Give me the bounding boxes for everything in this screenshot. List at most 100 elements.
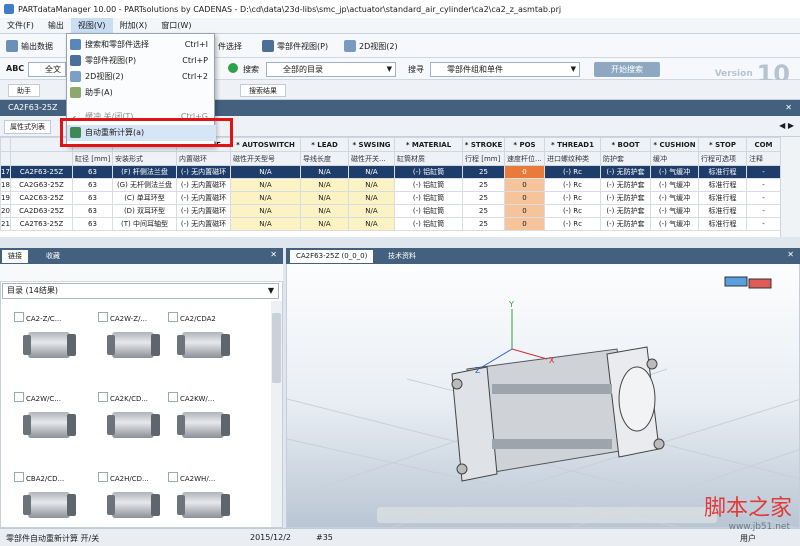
col-header[interactable]: * THREAD1 bbox=[544, 137, 601, 152]
svg-text:Y: Y bbox=[508, 300, 514, 309]
checkbox[interactable] bbox=[14, 472, 24, 482]
col-header[interactable]: * SWSING bbox=[348, 137, 395, 152]
catalog-item[interactable]: CA2W/C... bbox=[14, 392, 76, 462]
part-select-button[interactable]: 件选择 bbox=[218, 38, 242, 54]
table-cell: 25 bbox=[462, 191, 505, 205]
table-cell: CA2G63-25Z bbox=[10, 178, 73, 192]
tab-search-results[interactable]: 搜索结果 bbox=[240, 84, 286, 97]
table-cell: (F) 杆侧法兰盘 bbox=[112, 165, 177, 179]
view-2d-button[interactable]: 2D视图(2) bbox=[344, 38, 398, 54]
table-cell: N/A bbox=[300, 165, 349, 179]
scroll-thumb[interactable] bbox=[272, 313, 281, 383]
col-header[interactable]: * LEAD bbox=[300, 137, 349, 152]
view-2d-icon bbox=[70, 71, 81, 82]
search-label: 搜索 bbox=[243, 65, 259, 74]
table-cell: N/A bbox=[230, 217, 301, 231]
col-subheader: 磁性开关... bbox=[348, 151, 395, 166]
checkbox[interactable] bbox=[98, 392, 108, 402]
go-icon[interactable] bbox=[228, 63, 238, 73]
view-menu-item[interactable]: 零部件视图(P) Ctrl+P bbox=[67, 53, 216, 69]
table-cell: 标准行程 bbox=[698, 178, 747, 192]
menu-file[interactable]: 文件(F) bbox=[0, 18, 41, 34]
table-row[interactable]: 19 CA2C63-25Z 63 (C) 单耳环型 (-) 无内置磁环 N/A N/A N/A… bbox=[0, 191, 780, 205]
viewer-toolbar[interactable] bbox=[377, 507, 717, 523]
col-header[interactable]: COM bbox=[746, 137, 780, 152]
col-header[interactable]: * MATERIAL bbox=[394, 137, 463, 152]
output-data-button[interactable]: 输出数据 bbox=[6, 38, 53, 54]
menu-output[interactable]: 输出 bbox=[41, 18, 71, 34]
checkbox[interactable] bbox=[14, 312, 24, 322]
scope-value: 全部的目录 bbox=[283, 65, 323, 74]
catalog-item-label: CBA2/CD... bbox=[26, 475, 65, 483]
checkbox[interactable] bbox=[14, 392, 24, 402]
checkbox[interactable] bbox=[168, 392, 178, 402]
start-search-button[interactable]: 开始搜索 bbox=[594, 62, 660, 77]
directory-combo[interactable]: 目录 (14结果) ▼ bbox=[2, 283, 279, 299]
checkbox[interactable] bbox=[168, 472, 178, 482]
col-header[interactable]: * STROKE bbox=[462, 137, 505, 152]
catalog-item[interactable]: CA2W-Z/... bbox=[98, 312, 160, 382]
cylinder-thumbnail-icon bbox=[107, 492, 160, 518]
tab-assistant[interactable]: 助手 bbox=[8, 84, 40, 97]
viewer-tabs: CA2F63-25Z (0_0_0) 技术资料 ✕ bbox=[286, 248, 800, 264]
catalog-scrollbar[interactable] bbox=[271, 301, 282, 527]
tab-links[interactable]: 链接 bbox=[2, 250, 28, 263]
tab-model[interactable]: CA2F63-25Z (0_0_0) bbox=[290, 250, 374, 263]
col-subheader: 防护套 bbox=[600, 151, 651, 166]
close-icon[interactable]: ✕ bbox=[785, 100, 792, 116]
table-cell: - bbox=[746, 191, 780, 205]
watermark-text: 脚本之家 bbox=[703, 496, 792, 521]
table-cell: (-) 铝缸筒 bbox=[394, 165, 463, 179]
fulltext-combo[interactable]: 全文 bbox=[28, 62, 66, 77]
tab-attribute-list[interactable]: 属性式列表 bbox=[4, 120, 51, 134]
table-cell: 20 bbox=[0, 204, 11, 218]
table-scrollbar[interactable] bbox=[780, 137, 800, 237]
table-row[interactable]: 17 CA2F63-25Z 63 (F) 杆侧法兰盘 (-) 无内置磁环 N/A N/A N/… bbox=[0, 165, 780, 179]
table-cell: (C) 单耳环型 bbox=[112, 191, 177, 205]
status-message: 零部件自动重新计算 开/关 bbox=[6, 534, 100, 543]
col-header[interactable]: * AUTOSWITCH bbox=[230, 137, 301, 152]
view-menu-item[interactable]: 搜索和零部件选择 Ctrl+I bbox=[67, 37, 216, 53]
splitter[interactable] bbox=[0, 237, 800, 248]
table-cell: (-) 气缓冲 bbox=[650, 204, 699, 218]
checkbox[interactable] bbox=[168, 312, 178, 322]
filter-combo[interactable]: 零部件组和单件 ▼ bbox=[430, 62, 580, 77]
table-cell: 63 bbox=[72, 165, 113, 179]
table-row[interactable]: 21 CA2T63-25Z 63 (T) 中间耳轴型 (-) 无内置磁环 N/A N/A N/… bbox=[0, 217, 780, 231]
menu-window[interactable]: 窗口(W) bbox=[154, 18, 198, 34]
output-data-label: 输出数据 bbox=[21, 41, 53, 51]
viewer-3d[interactable]: Y Z X bbox=[286, 248, 800, 528]
catalog-item[interactable]: CA2-Z/C... bbox=[14, 312, 76, 382]
col-header[interactable]: * STOP bbox=[698, 137, 747, 152]
cylinder-model bbox=[451, 346, 665, 482]
close-icon[interactable]: ✕ bbox=[270, 250, 277, 259]
menu-extra[interactable]: 附加(X) bbox=[113, 18, 155, 34]
checkbox[interactable] bbox=[98, 312, 108, 322]
table-cell: (-) 铝缸筒 bbox=[394, 204, 463, 218]
view-menu-item[interactable]: 助手(A) bbox=[67, 85, 216, 101]
catalog-item-label: CA2W-Z/... bbox=[110, 315, 148, 323]
arrow-right-icon[interactable]: ◀ ▶ bbox=[779, 121, 794, 130]
view-menu-item[interactable]: 2D视图(2) Ctrl+2 bbox=[67, 69, 216, 85]
col-header[interactable]: * CUSHION bbox=[650, 137, 699, 152]
table-cell: (-) 无内置磁环 bbox=[176, 217, 231, 231]
table-row[interactable]: 18 CA2G63-25Z 63 (G) 无杆侧法兰盘 (-) 无内置磁环 N/A N/A N… bbox=[0, 178, 780, 192]
menu-view[interactable]: 视图(V) bbox=[70, 17, 113, 34]
tab-favorites[interactable]: 收藏 bbox=[40, 250, 66, 263]
checkbox[interactable] bbox=[98, 472, 108, 482]
part-view-icon bbox=[70, 55, 81, 66]
catalog-item[interactable]: CA2K/CD... bbox=[98, 392, 160, 462]
tab-tech-data[interactable]: 技术资料 bbox=[382, 250, 422, 263]
close-icon[interactable]: ✕ bbox=[787, 250, 794, 259]
table-cell: 25 bbox=[462, 178, 505, 192]
scope-combo[interactable]: 全部的目录 ▼ bbox=[266, 62, 396, 77]
part-select-label: 件选择 bbox=[218, 41, 242, 51]
part-view-button[interactable]: 零部件视图(P) bbox=[262, 38, 328, 54]
catalog-item[interactable]: CA2KW/... bbox=[168, 392, 230, 462]
catalog-item[interactable]: CA2/CDA2 bbox=[168, 312, 230, 382]
stereo-glasses-icon[interactable] bbox=[724, 276, 772, 289]
table-cell: N/A bbox=[348, 191, 395, 205]
table-row[interactable]: 20 CA2D63-25Z 63 (D) 双耳环型 (-) 无内置磁环 N/A N/A N/A… bbox=[0, 204, 780, 218]
col-header[interactable]: * BOOT bbox=[600, 137, 651, 152]
col-header[interactable]: * POS bbox=[504, 137, 545, 152]
